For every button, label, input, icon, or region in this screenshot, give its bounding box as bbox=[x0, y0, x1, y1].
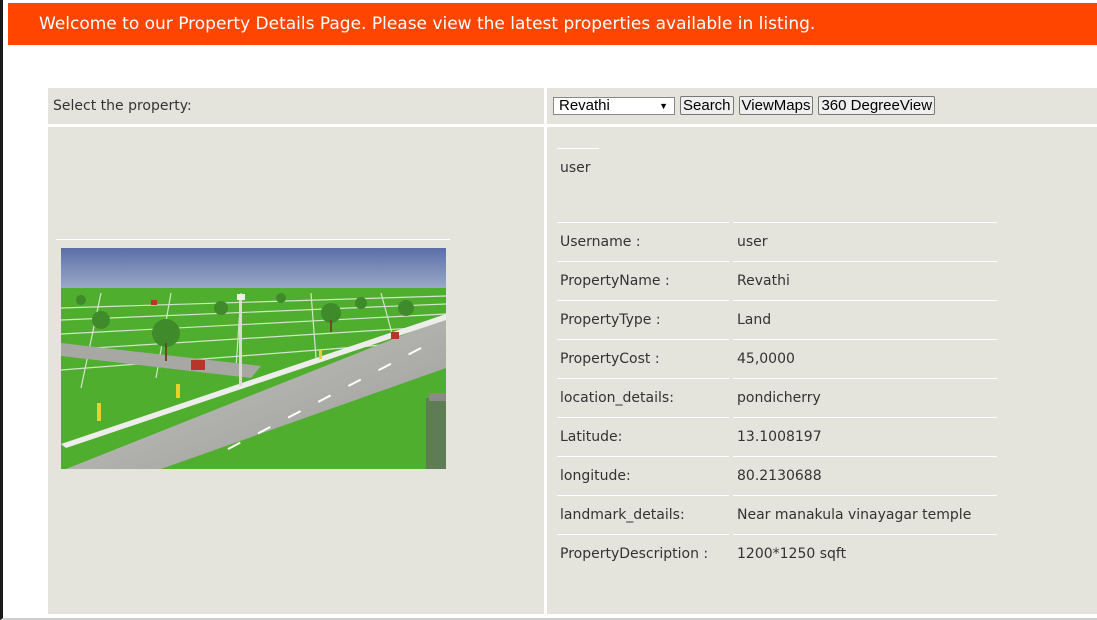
dropdown-arrow-icon: ▼ bbox=[659, 100, 668, 111]
detail-label: longitude: bbox=[560, 468, 631, 484]
image-divider bbox=[56, 239, 450, 240]
detail-value: Land bbox=[737, 312, 772, 328]
detail-label: PropertyName : bbox=[560, 273, 670, 289]
detail-value: 1200*1250 sqft bbox=[737, 546, 847, 562]
controls-cell: Revathi ▼ Search ViewMaps 360 DegreeView bbox=[547, 88, 1097, 124]
property-select-value: Revathi bbox=[559, 96, 610, 114]
view-maps-button[interactable]: ViewMaps bbox=[738, 96, 814, 115]
welcome-banner: Welcome to our Property Details Page. Pl… bbox=[8, 3, 1097, 45]
property-select[interactable]: Revathi ▼ bbox=[553, 96, 675, 115]
detail-value: Near manakula vinayagar temple bbox=[737, 507, 972, 523]
detail-row-property-cost: PropertyCost : 45,0000 bbox=[557, 339, 997, 378]
detail-value: 45,0000 bbox=[737, 351, 795, 367]
detail-value: 80.2130688 bbox=[737, 468, 822, 484]
detail-label: location_details: bbox=[560, 390, 674, 406]
detail-row-property-name: PropertyName : Revathi bbox=[557, 261, 997, 300]
property-details-cell: user Username : user PropertyName : Reva… bbox=[547, 127, 1097, 614]
detail-label: Username : bbox=[560, 234, 641, 250]
detail-label: PropertyType : bbox=[560, 312, 661, 328]
detail-value: 13.1008197 bbox=[737, 429, 822, 445]
page-frame: Welcome to our Property Details Page. Pl… bbox=[0, 0, 1097, 620]
property-details-table: Username : user PropertyName : Revathi P… bbox=[557, 222, 997, 573]
360-degree-view-button[interactable]: 360 DegreeView bbox=[818, 96, 936, 115]
detail-row-description: PropertyDescription : 1200*1250 sqft bbox=[557, 534, 997, 573]
property-image-cell bbox=[48, 127, 544, 614]
detail-row-latitude: Latitude: 13.1008197 bbox=[557, 417, 997, 456]
detail-row-location: location_details: pondicherry bbox=[557, 378, 997, 417]
detail-row-property-type: PropertyType : Land bbox=[557, 300, 997, 339]
detail-label: PropertyCost : bbox=[560, 351, 660, 367]
property-photo-image bbox=[61, 248, 446, 469]
detail-row-username: Username : user bbox=[557, 222, 997, 261]
detail-row-landmark: landmark_details: Near manakula vinayaga… bbox=[557, 495, 997, 534]
detail-value: user bbox=[737, 234, 768, 250]
select-property-label: Select the property: bbox=[53, 98, 192, 114]
detail-value: pondicherry bbox=[737, 390, 821, 406]
detail-row-longitude: longitude: 80.2130688 bbox=[557, 456, 997, 495]
detail-value: Revathi bbox=[737, 273, 790, 289]
search-button[interactable]: Search bbox=[680, 96, 734, 115]
detail-label: Latitude: bbox=[560, 429, 623, 445]
detail-label: landmark_details: bbox=[560, 507, 685, 523]
select-property-cell: Select the property: bbox=[48, 88, 544, 124]
property-controls: Revathi ▼ Search ViewMaps 360 DegreeView bbox=[553, 96, 936, 115]
detail-label: PropertyDescription : bbox=[560, 546, 709, 562]
user-divider bbox=[557, 148, 599, 149]
user-heading: user bbox=[560, 160, 591, 176]
property-photo bbox=[61, 248, 446, 469]
